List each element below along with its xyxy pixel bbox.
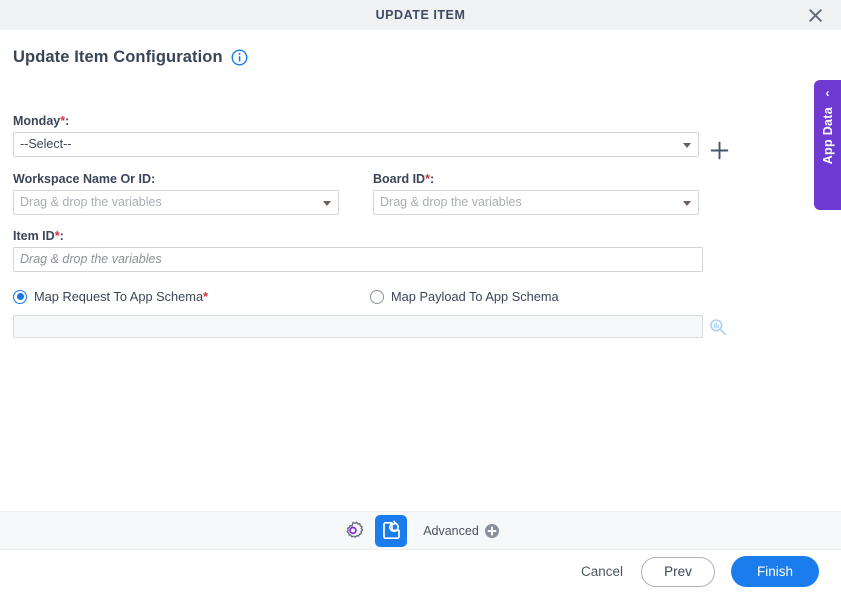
app-data-tab-label: App Data [820, 107, 835, 165]
chevron-down-icon [683, 142, 691, 148]
field-workspace-label-text: Workspace Name Or ID [13, 172, 152, 186]
finish-button[interactable]: Finish [731, 556, 819, 587]
schema-search-button[interactable] [709, 318, 727, 336]
radio-selected-icon [13, 289, 27, 304]
close-button[interactable] [797, 0, 833, 30]
info-icon[interactable] [231, 49, 248, 66]
plus-icon [710, 141, 729, 160]
close-icon [808, 8, 822, 22]
schema-value-input[interactable] [13, 315, 703, 338]
prev-button[interactable]: Prev [641, 556, 715, 587]
item-id-input[interactable]: Drag & drop the variables [13, 247, 703, 272]
chevron-down-icon [323, 200, 331, 206]
cancel-button[interactable]: Cancel [579, 560, 625, 583]
advanced-label: Advanced [423, 523, 479, 538]
chevron-left-icon: ‹ [825, 86, 830, 100]
field-item-id-colon: : [59, 229, 64, 243]
schema-radio-group: Map Request To App Schema* Map Payload T… [13, 289, 713, 311]
plus-circle-icon [484, 523, 499, 538]
field-board: Board ID*: Drag & drop the variables [373, 172, 699, 215]
board-placeholder: Drag & drop the variables [380, 195, 522, 210]
workspace-placeholder: Drag & drop the variables [20, 195, 162, 210]
board-input[interactable]: Drag & drop the variables [373, 190, 699, 215]
app-data-panel-tab[interactable]: ‹ App Data [814, 80, 841, 210]
search-icon [710, 319, 727, 336]
field-workspace: Workspace Name Or ID: Drag & drop the va… [13, 172, 339, 215]
field-board-label: Board ID*: [373, 172, 699, 186]
page-title: Update Item Configuration [13, 48, 223, 66]
monday-select-value: --Select-- [20, 137, 72, 152]
field-monday-label: Monday*: [13, 114, 699, 128]
bottom-toolbar: Advanced [0, 511, 841, 550]
radio-map-payload-label: Map Payload To App Schema [391, 289, 559, 304]
field-workspace-colon: : [151, 172, 156, 186]
item-id-placeholder: Drag & drop the variables [20, 252, 162, 267]
radio-map-payload-to-app-schema[interactable]: Map Payload To App Schema [370, 289, 559, 304]
advanced-button[interactable]: Advanced [423, 523, 499, 538]
field-item-id: Item ID*: Drag & drop the variables [13, 229, 703, 272]
update-item-dialog: UPDATE ITEM Update Item Configuration Mo… [0, 0, 841, 593]
field-monday-label-text: Monday [13, 114, 61, 128]
radio-map-request-label: Map Request To App Schema* [34, 289, 208, 304]
field-item-id-label-text: Item ID [13, 229, 55, 243]
radio-map-request-to-app-schema[interactable]: Map Request To App Schema* [13, 289, 208, 304]
field-monday-colon: : [65, 114, 70, 128]
field-item-id-label: Item ID*: [13, 229, 703, 243]
chevron-down-icon [683, 200, 691, 206]
update-refresh-icon [382, 520, 400, 540]
field-board-label-text: Board ID [373, 172, 426, 186]
dialog-body: Update Item Configuration Monday*: --Sel… [0, 30, 841, 510]
monday-select[interactable]: --Select-- [13, 132, 699, 157]
field-monday: Monday*: --Select-- [13, 114, 699, 157]
page-title-row: Update Item Configuration [13, 48, 248, 67]
radio-map-request-text: Map Request To App Schema [34, 289, 204, 304]
field-board-colon: : [429, 172, 435, 186]
dialog-title: UPDATE ITEM [375, 8, 466, 22]
update-item-activity-button[interactable] [375, 514, 408, 547]
radio-map-request-required: * [203, 289, 209, 304]
radio-unselected-icon [370, 289, 384, 304]
dialog-titlebar: UPDATE ITEM [0, 0, 841, 30]
add-connection-button[interactable] [708, 139, 731, 162]
dialog-footer: Cancel Prev Finish [0, 550, 841, 593]
field-workspace-label: Workspace Name Or ID: [13, 172, 339, 186]
workspace-input[interactable]: Drag & drop the variables [13, 190, 339, 215]
gear-icon[interactable] [342, 520, 364, 542]
